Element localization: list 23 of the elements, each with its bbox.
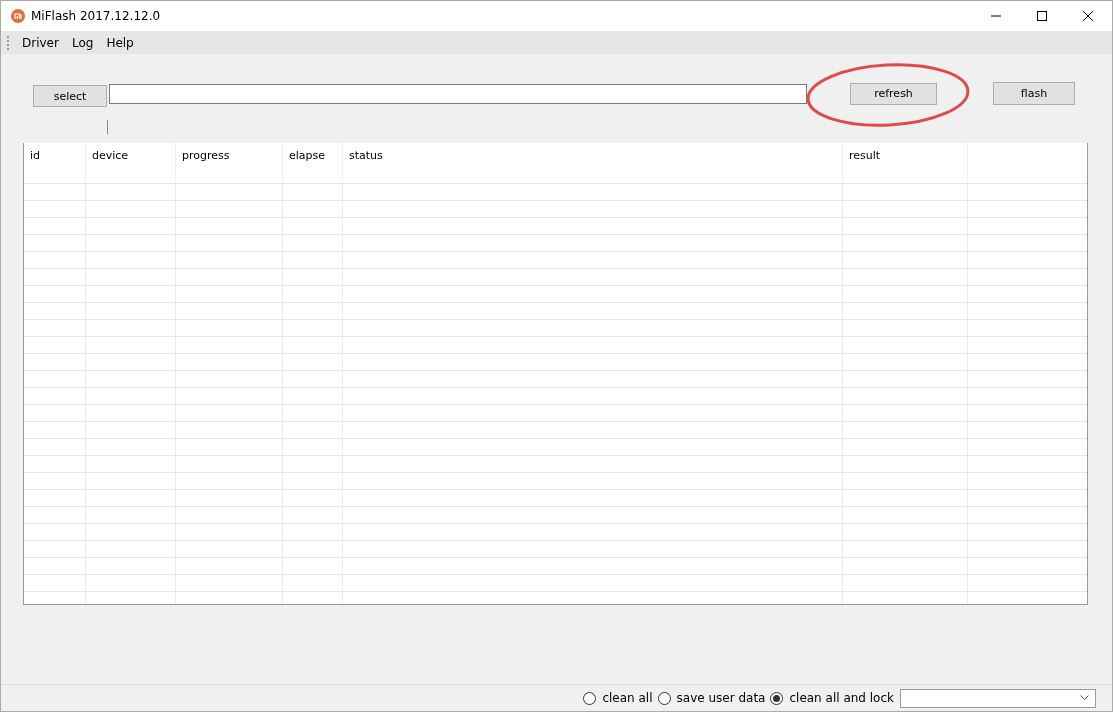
column-header: elapse bbox=[283, 143, 343, 183]
close-icon[interactable] bbox=[1082, 10, 1094, 22]
column-header: progress bbox=[176, 143, 283, 183]
grip-icon bbox=[7, 35, 10, 50]
column-header: id bbox=[24, 143, 86, 183]
menu-item[interactable]: Log bbox=[67, 35, 103, 50]
flash-button[interactable]: flash bbox=[993, 82, 1075, 105]
column-header: result bbox=[843, 143, 968, 183]
column-header: status bbox=[343, 143, 843, 183]
radio-option[interactable]: save user data bbox=[657, 691, 766, 705]
maximize-icon[interactable] bbox=[1036, 10, 1048, 22]
window-title: MiFlash 2017.12.12.0 bbox=[31, 9, 161, 23]
column-header: device bbox=[86, 143, 176, 183]
dropdown-field[interactable] bbox=[900, 688, 1096, 708]
chevron-down-icon bbox=[1080, 695, 1089, 701]
app-logo-icon bbox=[11, 9, 25, 23]
select-button[interactable]: select bbox=[33, 85, 107, 107]
menu-item[interactable]: Driver bbox=[18, 35, 68, 50]
radio-option[interactable]: clean all and lock bbox=[770, 691, 894, 705]
path-field[interactable] bbox=[109, 84, 807, 104]
radio-option[interactable]: clean all bbox=[583, 691, 653, 705]
refresh-button[interactable]: refresh bbox=[850, 82, 937, 105]
menu-item[interactable]: Help bbox=[102, 35, 143, 50]
